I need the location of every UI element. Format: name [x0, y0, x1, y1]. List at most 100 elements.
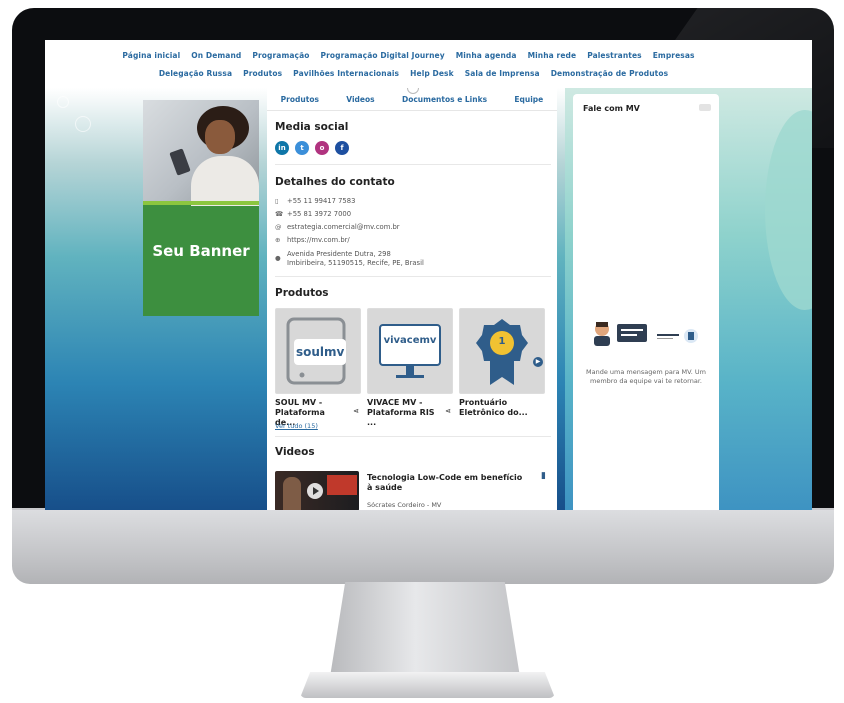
products-carousel: soulmv SOUL MV - Plataforma de... ⋖ viva… [275, 308, 545, 428]
nav-item-demonstracao[interactable]: Demonstração de Produtos [551, 69, 668, 78]
nav-item-minha-rede[interactable]: Minha rede [528, 51, 577, 60]
email-icon: @ [275, 223, 282, 231]
nav-item-empresas[interactable]: Empresas [653, 51, 695, 60]
nav-row-1: Página inicial On Demand Programação Pro… [45, 51, 792, 60]
play-icon[interactable] [307, 483, 323, 499]
tab-documentos[interactable]: Documentos e Links [402, 95, 487, 104]
chat-illustration-icon [594, 322, 698, 346]
nav-item-programacao-digital-journey[interactable]: Programação Digital Journey [321, 51, 445, 60]
nav-item-delegacao-russa[interactable]: Delegação Russa [159, 69, 232, 78]
product-name-line1: Prontuário [459, 398, 508, 407]
see-all-products-link[interactable]: Ver tudo (15) [275, 422, 318, 430]
linkedin-icon[interactable]: in [275, 141, 289, 155]
ad-banner[interactable]: Seu Banner [143, 100, 259, 316]
chat-minimize-icon[interactable] [699, 104, 711, 111]
contact-email: @ estrategia.comercial@mv.com.br [275, 223, 400, 231]
contact-title: Detalhes do contato [275, 176, 395, 188]
product-name-line1: SOUL MV - [275, 398, 323, 407]
nav-item-on-demand[interactable]: On Demand [191, 51, 241, 60]
decor-ring [57, 96, 69, 108]
tab-produtos[interactable]: Produtos [281, 95, 319, 104]
address-line-2: Imbiribeira, 51190515, Recife, PE, Brasi… [287, 259, 424, 267]
product-card[interactable]: soulmv SOUL MV - Plataforma de... ⋖ [275, 308, 361, 428]
chat-title: Fale com MV [583, 104, 640, 113]
divider [275, 276, 551, 277]
nav-item-produtos[interactable]: Produtos [243, 69, 282, 78]
divider [275, 164, 551, 165]
vivacemv-logo: vivacemv [383, 335, 437, 346]
product-name: Prontuário Eletrônico do... [459, 398, 543, 418]
monitor-icon [379, 324, 441, 378]
photo-phone-shape [169, 148, 191, 176]
banner-stripe [143, 201, 259, 205]
product-name-line2: Eletrônico do... [459, 408, 528, 417]
photo-body-shape [191, 156, 259, 206]
top-navigation: Página inicial On Demand Programação Pro… [45, 40, 812, 88]
social-title: Media social [275, 121, 349, 133]
decor-ring [75, 116, 91, 132]
award-badge-icon [476, 319, 528, 385]
product-thumbnail: soulmv [275, 308, 361, 394]
exhibitor-content: Produtos Videos Documentos e Links Equip… [267, 88, 557, 510]
nav-item-sala-de-imprensa[interactable]: Sala de Imprensa [465, 69, 540, 78]
divider [275, 436, 551, 437]
instagram-icon[interactable]: o [315, 141, 329, 155]
chat-empty-message: Mande uma mensagem para MV. Um membro da… [585, 368, 706, 385]
photo-face-shape [205, 120, 235, 154]
facebook-icon[interactable]: f [335, 141, 349, 155]
slide-shape [327, 475, 357, 495]
product-name: VIVACE MV - Plataforma RIS ... ⋖ [367, 398, 451, 428]
video-thumbnail[interactable] [275, 471, 359, 510]
product-card[interactable]: vivacemv VIVACE MV - Plataforma RIS ... … [367, 308, 453, 428]
contact-website-text[interactable]: https://mv.com.br/ [287, 236, 350, 244]
phone-icon: ☎ [275, 210, 284, 218]
contact-website: ⊕ https://mv.com.br/ [275, 236, 350, 244]
monitor-stand-neck [330, 582, 520, 677]
product-card[interactable]: 1 Prontuário Eletrônico do... [459, 308, 545, 428]
nav-item-palestrantes[interactable]: Palestrantes [587, 51, 642, 60]
product-thumbnail: vivacemv [367, 308, 453, 394]
product-name-line1: VIVACE MV - [367, 398, 423, 407]
speaker-shape [283, 477, 301, 510]
contact-phone-text[interactable]: +55 81 3972 7000 [287, 210, 351, 218]
nav-item-pagina-inicial[interactable]: Página inicial [122, 51, 180, 60]
globe-icon: ⊕ [275, 236, 281, 244]
share-icon[interactable]: ⋖ [353, 406, 359, 416]
video-item[interactable]: Tecnologia Low-Code em benefício à saúde… [275, 471, 551, 510]
tab-videos[interactable]: Videos [346, 95, 374, 104]
contact-address-text: Avenida Presidente Dutra, 298 Imbiribeir… [287, 250, 424, 268]
bookmark-icon[interactable]: ▮ [541, 471, 546, 481]
contact-address: ● Avenida Presidente Dutra, 298 Imbiribe… [275, 250, 424, 268]
twitter-icon[interactable]: t [295, 141, 309, 155]
mobile-icon: ▯ [275, 197, 279, 205]
nav-item-help-desk[interactable]: Help Desk [410, 69, 454, 78]
nav-row-2: Delegação Russa Produtos Pavilhões Inter… [45, 69, 797, 78]
videos-title: Videos [275, 446, 315, 458]
chat-panel: Fale com MV Mande uma mensagem para MV. … [573, 94, 719, 510]
chat-empty-illustration [573, 316, 719, 356]
nav-item-minha-agenda[interactable]: Minha agenda [456, 51, 517, 60]
tab-equipe[interactable]: Equipe [514, 95, 543, 104]
contact-email-text[interactable]: estrategia.comercial@mv.com.br [287, 223, 400, 231]
badge-number: 1 [498, 336, 506, 347]
location-pin-icon: ● [275, 254, 281, 262]
social-links: in t o f [275, 141, 349, 155]
contact-mobile-text[interactable]: +55 11 99417 7583 [287, 197, 355, 205]
carousel-next-button[interactable]: ▶ [533, 357, 543, 367]
products-title: Produtos [275, 287, 329, 299]
nav-item-programacao[interactable]: Programação [252, 51, 309, 60]
share-icon[interactable]: ⋖ [445, 406, 451, 416]
contact-mobile: ▯ +55 11 99417 7583 [275, 197, 355, 205]
browser-screen: Página inicial On Demand Programação Pro… [45, 40, 812, 510]
video-author: Sócrates Cordeiro - MV [367, 501, 442, 509]
banner-photo [143, 100, 259, 206]
contact-phone: ☎ +55 81 3972 7000 [275, 210, 351, 218]
nav-item-pavilhoes[interactable]: Pavilhões Internacionais [293, 69, 399, 78]
monitor-stand-base [300, 672, 555, 698]
banner-text: Seu Banner [152, 242, 250, 260]
product-thumbnail: 1 [459, 308, 545, 394]
monitor-chin [12, 508, 834, 584]
video-title[interactable]: Tecnologia Low-Code em benefício à saúde [367, 473, 527, 493]
product-name-line2: Plataforma RIS ... [367, 408, 435, 427]
address-line-1: Avenida Presidente Dutra, 298 [287, 250, 391, 258]
